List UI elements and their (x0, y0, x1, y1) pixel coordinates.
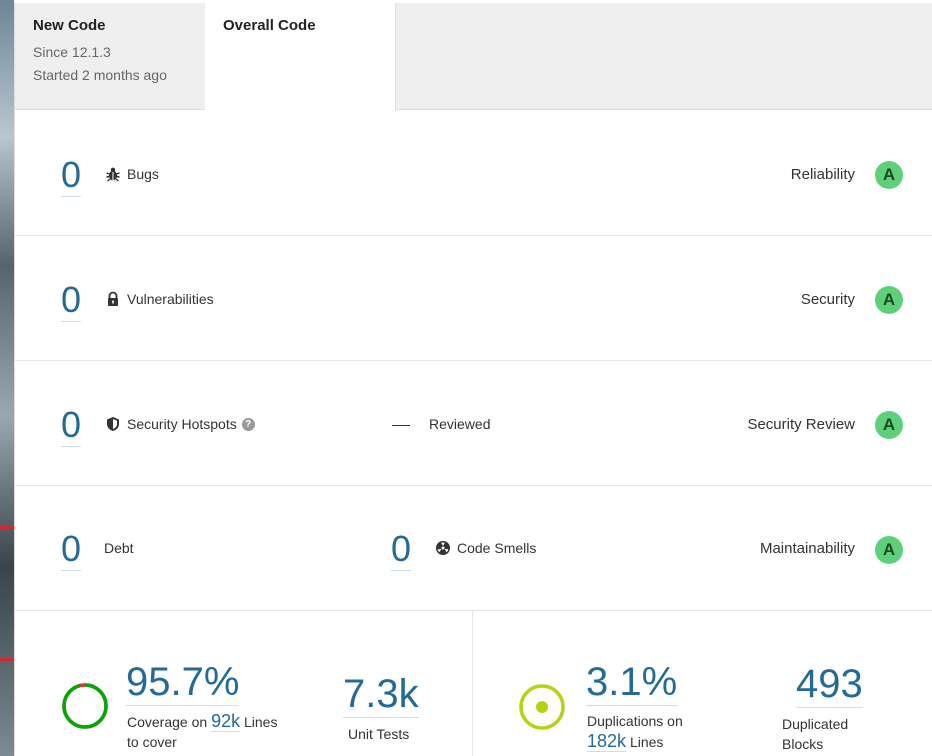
code-smells-count-link[interactable]: 0 (391, 529, 412, 571)
background-stripe (0, 658, 14, 661)
reliability-rating-badge[interactable]: A (875, 161, 903, 189)
duplications-label-suffix: Lines (629, 734, 664, 750)
coverage-label-suffix: Lines (243, 714, 278, 730)
bugs-count-link[interactable]: 0 (61, 155, 82, 197)
reviewed-label: Reviewed (429, 416, 491, 432)
duplicated-blocks-label-line2: Blocks (782, 736, 824, 752)
duplications-label: Duplications on 182k Lines (587, 711, 683, 752)
vulnerabilities-label: Vulnerabilities (105, 291, 214, 307)
bugs-row: 0 Bugs Reliability A (15, 111, 932, 236)
tab-new-code-since: Since 12.1.3 (33, 44, 111, 60)
duplications-lines-link[interactable]: 182k (587, 731, 627, 752)
background-stripe (0, 526, 14, 529)
security-label: Security (800, 291, 855, 308)
vulnerabilities-label-text: Vulnerabilities (127, 291, 214, 307)
duplications-dot (536, 701, 548, 713)
hotspots-label-text: Security Hotspots (127, 416, 237, 432)
coverage-value-link[interactable]: 95.7% (126, 660, 240, 706)
coverage-label-prefix: Coverage on (127, 714, 208, 730)
maintainability-row: 0 Debt 0 Code Smells Maintainability A (15, 486, 932, 611)
reviewed-dash (392, 425, 410, 426)
debt-value-link[interactable]: 0 (61, 529, 82, 571)
duplications-value-link[interactable]: 3.1% (586, 660, 678, 706)
tab-overall-code-title: Overall Code (223, 17, 316, 34)
code-smells-label: Code Smells (435, 540, 536, 556)
tab-new-code[interactable]: New Code Since 12.1.3 Started 2 months a… (15, 3, 205, 110)
vulnerabilities-count-link[interactable]: 0 (61, 280, 82, 322)
tab-bar: New Code Since 12.1.3 Started 2 months a… (15, 3, 932, 111)
duplications-label-prefix: Duplications on (587, 713, 683, 729)
lock-icon (108, 291, 118, 306)
reliability-label: Reliability (790, 166, 855, 183)
shield-icon (107, 417, 119, 431)
hotspots-label: Security Hotspots ? (105, 416, 255, 432)
coverage-label: Coverage on 92k Lines to cover (127, 711, 277, 752)
unit-tests-value-link[interactable]: 7.3k (343, 672, 419, 718)
maintainability-rating-badge[interactable]: A (875, 536, 903, 564)
duplications-indicator-icon[interactable] (518, 683, 566, 731)
coverage-duplications-section: 95.7% Coverage on 92k Lines to cover 7.3… (15, 610, 932, 756)
hotspots-count-link[interactable]: 0 (61, 405, 82, 447)
background-edge (0, 0, 14, 756)
measures-panel: New Code Since 12.1.3 Started 2 months a… (14, 3, 932, 756)
debt-label: Debt (104, 540, 134, 556)
tab-overall-code[interactable]: Overall Code (205, 3, 396, 111)
bugs-label: Bugs (105, 166, 159, 182)
duplicated-blocks-value-link[interactable]: 493 (796, 662, 863, 708)
coverage-label-line2: to cover (127, 734, 177, 750)
maintainability-label: Maintainability (759, 540, 855, 557)
coverage-donut-chart[interactable] (61, 682, 109, 730)
radiation-icon (436, 541, 450, 555)
coverage-lines-link[interactable]: 92k (211, 711, 241, 732)
code-smells-label-text: Code Smells (457, 540, 537, 556)
tab-new-code-title: New Code (33, 17, 106, 34)
coverage-covered-arc (62, 683, 108, 729)
security-review-label: Security Review (747, 416, 855, 433)
unit-tests-label: Unit Tests (348, 726, 410, 742)
bug-icon (106, 167, 120, 182)
security-hotspots-row: 0 Security Hotspots ? Reviewed Security … (15, 361, 932, 486)
bugs-label-text: Bugs (127, 166, 159, 182)
vulnerabilities-row: 0 Vulnerabilities Security A (15, 236, 932, 361)
tab-new-code-started: Started 2 months ago (33, 67, 167, 83)
section-divider (472, 610, 473, 756)
security-review-rating-badge[interactable]: A (875, 411, 903, 439)
security-rating-badge[interactable]: A (875, 286, 903, 314)
duplicated-blocks-label: Duplicated Blocks (782, 714, 848, 754)
help-icon[interactable]: ? (241, 417, 255, 431)
duplicated-blocks-label-line1: Duplicated (782, 716, 849, 732)
